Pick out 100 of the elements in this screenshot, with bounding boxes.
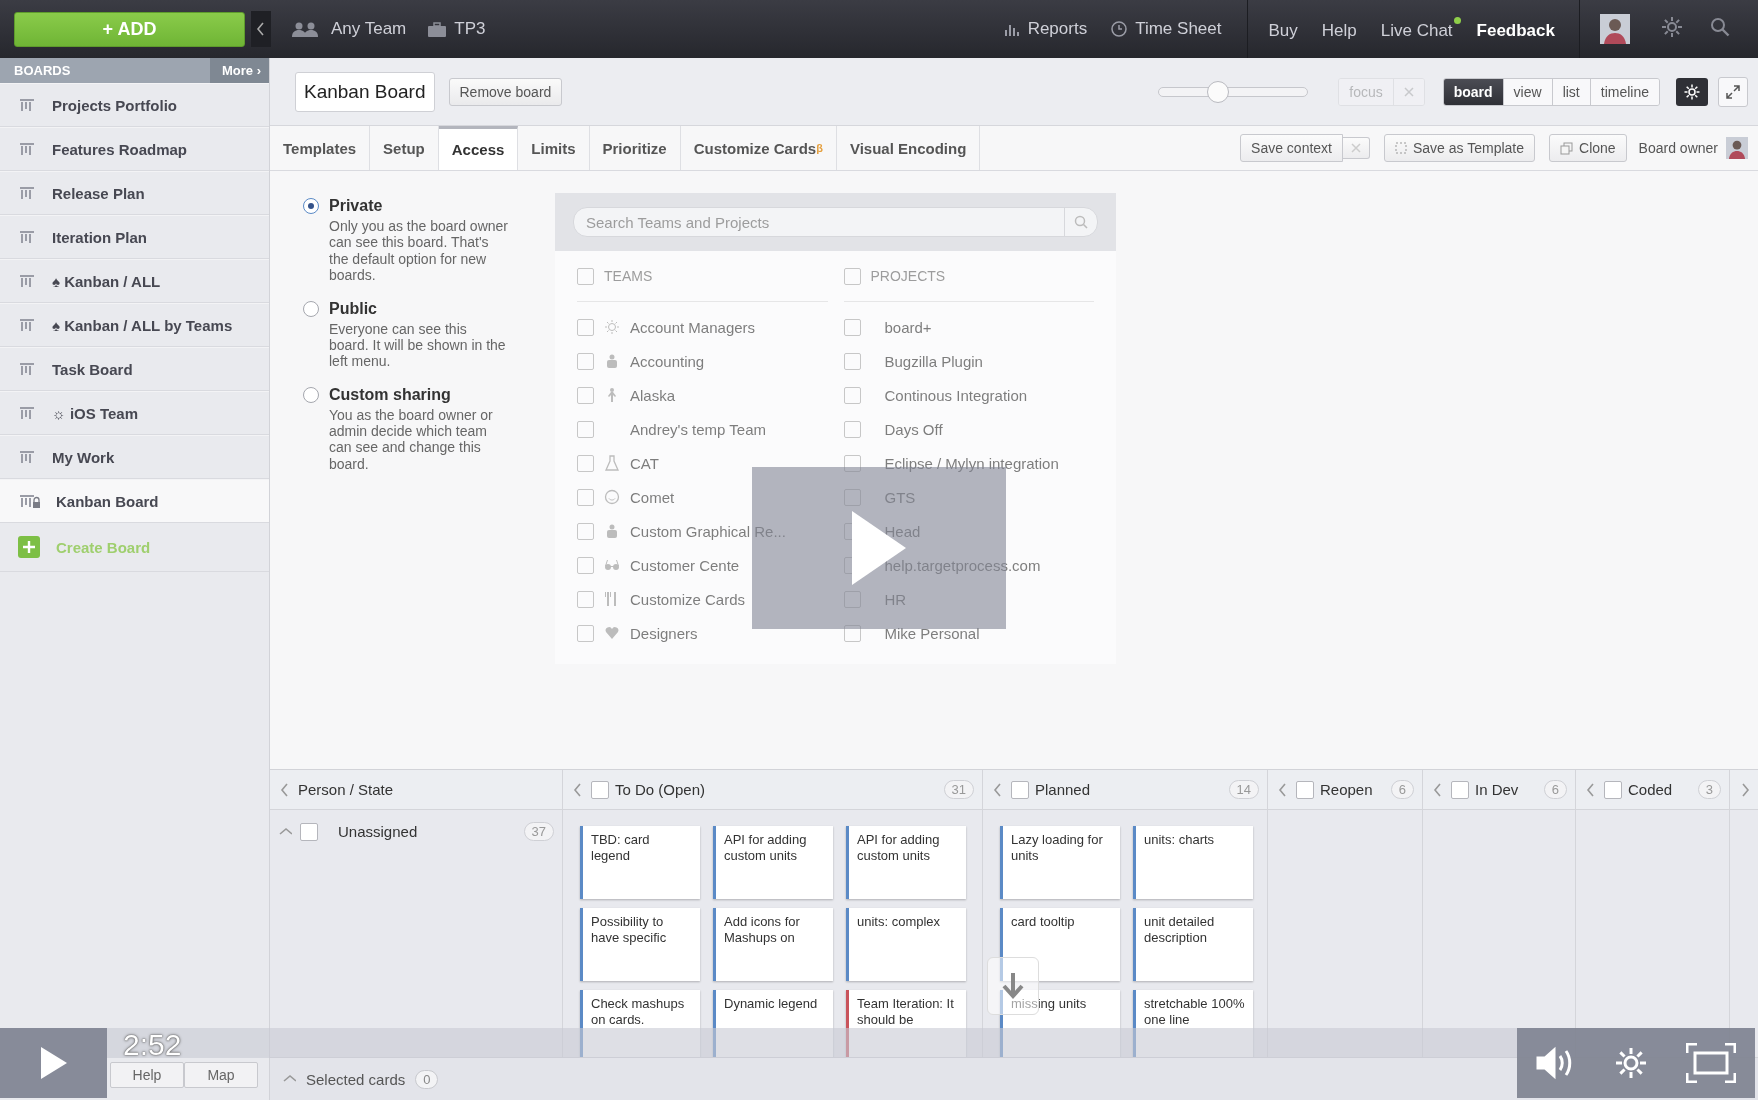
- clear-focus-button[interactable]: [1392, 78, 1424, 105]
- search-icon[interactable]: [1710, 16, 1730, 37]
- card[interactable]: Add icons for Mashups on: [713, 908, 833, 981]
- view-mode-tab[interactable]: list: [1551, 78, 1590, 105]
- card[interactable]: units: charts: [1133, 826, 1253, 899]
- clone-button[interactable]: Clone: [1549, 134, 1627, 162]
- menu-link[interactable]: Help: [1321, 17, 1365, 41]
- row-title: Unassigned: [338, 823, 418, 840]
- utensils-icon: [605, 592, 616, 606]
- checkbox[interactable]: [1011, 780, 1029, 799]
- sidebar-item[interactable]: ♠ Kanban / ALL: [0, 259, 269, 303]
- menu-link[interactable]: Live Chat: [1380, 17, 1461, 41]
- menu-link[interactable]: Buy: [1268, 17, 1306, 41]
- settings-button[interactable]: [1676, 77, 1708, 106]
- card[interactable]: API for adding custom units: [846, 826, 966, 899]
- slider-thumb[interactable]: [1207, 80, 1230, 103]
- footer-button[interactable]: Map: [184, 1062, 258, 1088]
- team-selector[interactable]: Any Team: [331, 19, 407, 39]
- sidebar-item[interactable]: ☼ iOS Team: [0, 391, 269, 435]
- card[interactable]: Dynamic legend: [713, 990, 833, 1057]
- settings-tab[interactable]: Access: [438, 126, 519, 170]
- zoom-slider[interactable]: [1158, 80, 1309, 103]
- checkbox[interactable]: [300, 822, 318, 841]
- clear-context-button[interactable]: [1343, 137, 1370, 159]
- checkbox[interactable]: [1451, 780, 1469, 799]
- view-mode-tab[interactable]: board: [1443, 78, 1503, 105]
- bag-icon: [607, 354, 617, 368]
- project-name: Continous Integration: [884, 386, 1028, 404]
- save-as-template-button[interactable]: Save as Template: [1384, 134, 1535, 162]
- sidebar-item[interactable]: ♠ Kanban / ALL by Teams: [0, 303, 269, 347]
- nav-link[interactable]: Time Sheet: [1135, 19, 1222, 39]
- card[interactable]: stretchable 100% one line: [1133, 990, 1253, 1057]
- collapse-button[interactable]: [251, 11, 271, 47]
- card[interactable]: units: complex: [846, 908, 966, 981]
- checkbox[interactable]: [1296, 780, 1314, 799]
- sidebar-item[interactable]: Projects Portfolio: [0, 83, 269, 127]
- board-name: Iteration Plan: [52, 228, 148, 246]
- card[interactable]: Team Iteration: It should be: [846, 990, 966, 1057]
- sidebar-item[interactable]: Kanban Board: [0, 479, 269, 523]
- count-badge: 37: [523, 822, 554, 841]
- option-description: Everyone can see this board. It will be shown in the left menu.: [329, 320, 507, 370]
- menu-link[interactable]: Feedback: [1476, 17, 1563, 41]
- view-mode-tab[interactable]: timeline: [1589, 78, 1659, 105]
- settings-tab[interactable]: Limits: [518, 126, 590, 170]
- column-title: In Dev: [1475, 781, 1519, 798]
- card[interactable]: card tooltip: [1000, 908, 1120, 981]
- team-name: Customize Cards: [630, 590, 746, 608]
- close-icon: [1351, 143, 1361, 153]
- card[interactable]: Check mashups on cards.: [580, 990, 700, 1057]
- selected-cards-label: Selected cards: [306, 1070, 406, 1088]
- settings-tab[interactable]: Prioritize: [589, 126, 681, 170]
- figure-icon: [608, 388, 616, 402]
- column-title: Coded: [1628, 781, 1673, 798]
- view-mode-tab[interactable]: view: [1502, 78, 1552, 105]
- project-name: Bugzilla Plugin: [884, 352, 983, 370]
- checkbox[interactable]: [1604, 780, 1622, 799]
- card[interactable]: missing units: [1000, 990, 1120, 1057]
- play-button[interactable]: [0, 1028, 107, 1098]
- radio-button[interactable]: [303, 300, 319, 317]
- board-name: My Work: [52, 448, 115, 466]
- nav-link[interactable]: Reports: [1027, 19, 1088, 39]
- expand-button[interactable]: [1718, 76, 1748, 107]
- checkbox[interactable]: [591, 780, 609, 799]
- plus-icon: [18, 536, 40, 558]
- remove-board-button[interactable]: Remove board: [448, 77, 563, 106]
- project-name: board+: [884, 318, 932, 336]
- sidebar-item[interactable]: Task Board: [0, 347, 269, 391]
- sidebar-item[interactable]: Release Plan: [0, 171, 269, 215]
- board-name: Task Board: [52, 360, 133, 378]
- option-description: You as the board owner or admin decide which team can see and change this board.: [329, 406, 494, 473]
- column-title: To Do (Open): [615, 781, 706, 798]
- team-name: Account Managers: [630, 318, 756, 336]
- radio-button[interactable]: [303, 386, 319, 403]
- project-name: Mike Personal: [884, 624, 980, 642]
- card[interactable]: TBD: card legend: [580, 826, 700, 899]
- video-time: 2:52: [123, 1028, 182, 1062]
- column-heading: TEAMS: [604, 268, 653, 284]
- section-header: BOARDS: [13, 63, 72, 78]
- fullscreen-icon[interactable]: [1686, 1043, 1737, 1083]
- card[interactable]: unit detailed description: [1133, 908, 1253, 981]
- count-badge: 6: [1390, 780, 1414, 799]
- owner-avatar: [1726, 137, 1748, 159]
- sidebar-item[interactable]: Features Roadmap: [0, 127, 269, 171]
- search-icon[interactable]: [1074, 215, 1088, 229]
- footer-button[interactable]: Help: [110, 1062, 184, 1088]
- save-context-button[interactable]: Save context: [1240, 134, 1343, 162]
- settings-tab[interactable]: Visual Encoding: [836, 126, 981, 170]
- expand-icon: [1726, 84, 1740, 99]
- board-title[interactable]: Kanban Board: [295, 71, 435, 112]
- card[interactable]: API for adding custom units: [713, 826, 833, 899]
- project-selector[interactable]: TP3: [454, 19, 486, 39]
- sidebar-item[interactable]: Iteration Plan: [0, 215, 269, 259]
- card[interactable]: Lazy loading for units: [1000, 826, 1120, 899]
- settings-tab[interactable]: Setup: [370, 126, 439, 170]
- more-link[interactable]: More ›: [210, 58, 269, 83]
- settings-tab[interactable]: Templates: [270, 126, 371, 170]
- radio-button[interactable]: [303, 198, 319, 214]
- card[interactable]: Possibility to have specific: [580, 908, 700, 981]
- board-name: ♠ Kanban / ALL by Teams: [52, 316, 233, 334]
- option-title: Private: [329, 197, 384, 215]
